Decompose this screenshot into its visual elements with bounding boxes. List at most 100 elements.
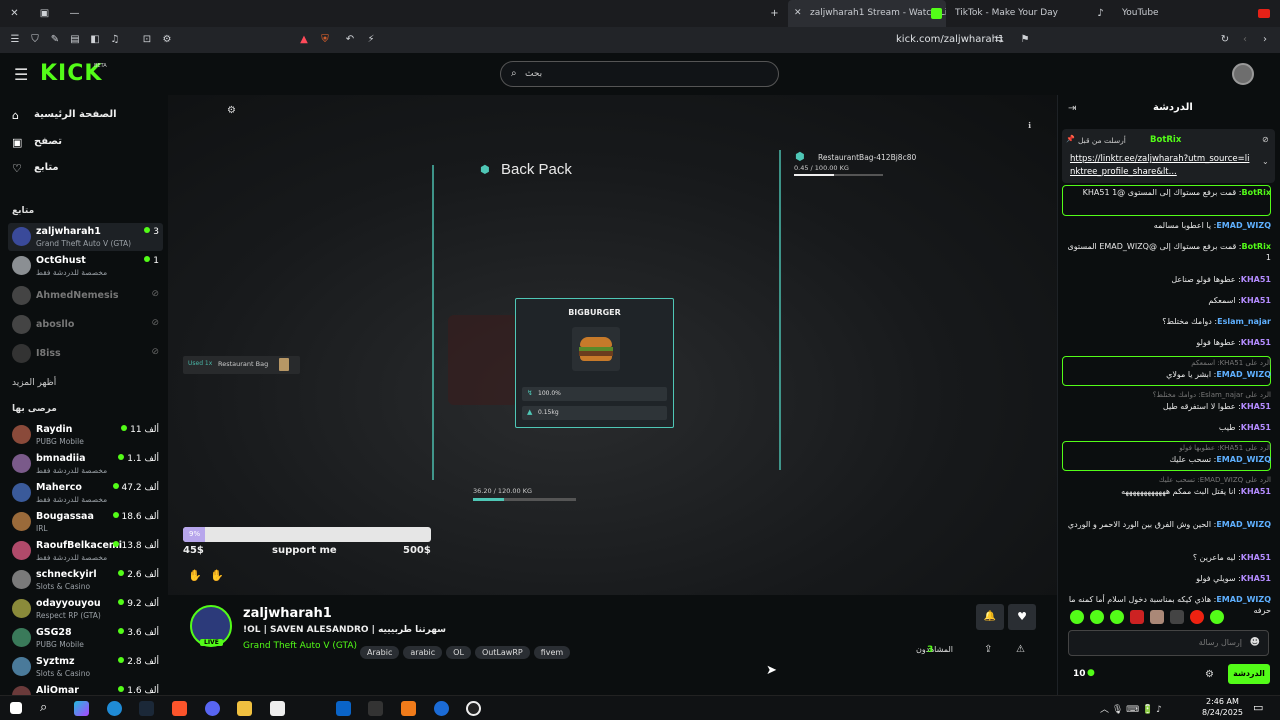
windows-start-icon[interactable] bbox=[10, 702, 22, 714]
mod-icon[interactable]: ⚙ bbox=[227, 105, 236, 116]
tab-actions-icon[interactable]: ▣ bbox=[38, 7, 51, 20]
chat-username[interactable]: KHA51 bbox=[1241, 402, 1271, 411]
user-avatar[interactable] bbox=[1232, 63, 1254, 85]
bookmark-icon[interactable]: ⚑ bbox=[1018, 33, 1032, 47]
extension-icon[interactable]: ✎ bbox=[48, 33, 62, 47]
site-settings-icon[interactable]: ⇆ bbox=[992, 33, 1006, 47]
emote-icon[interactable] bbox=[1110, 610, 1124, 624]
screenshot-icon[interactable]: ⊡ bbox=[140, 33, 154, 47]
search-input[interactable]: بحث bbox=[525, 69, 542, 79]
sidebar-channel-recommended[interactable]: GSG28 PUBG Mobile 3.6 ألف bbox=[8, 624, 163, 652]
sidebar-channel-recommended[interactable]: Syztmz Slots & Casino 2.8 ألف bbox=[8, 653, 163, 681]
sidebar-channel-zaljwharah1[interactable]: zaljwharah1 Grand Theft Auto V (GTA) 3 bbox=[8, 223, 163, 251]
chat-username[interactable]: Eslam_najar bbox=[1217, 317, 1271, 326]
show-more-link[interactable]: أظهر المزيد bbox=[12, 378, 56, 388]
tag[interactable]: OL bbox=[446, 646, 471, 659]
sidebar-icon[interactable]: ◧ bbox=[88, 33, 102, 47]
chat-username[interactable]: BotRix bbox=[1242, 188, 1271, 197]
emote-icon[interactable] bbox=[1170, 610, 1184, 624]
tag[interactable]: Arabic bbox=[360, 646, 400, 659]
clock-time[interactable]: 2:46 AM bbox=[1206, 697, 1239, 706]
file-explorer-icon[interactable] bbox=[237, 701, 252, 716]
chat-username[interactable]: KHA51 bbox=[1241, 296, 1271, 305]
info-icon[interactable]: ℹ bbox=[1028, 121, 1031, 130]
report-icon[interactable]: ⚠ bbox=[1016, 644, 1025, 655]
chat-username[interactable]: KHA51 bbox=[1241, 487, 1271, 496]
follow-button[interactable]: ♥ bbox=[1008, 604, 1036, 630]
app-icon[interactable] bbox=[401, 701, 416, 716]
notification-bell-button[interactable]: 🔔 bbox=[976, 604, 1004, 630]
emote-icon[interactable] bbox=[1070, 610, 1084, 624]
emote-icon[interactable] bbox=[1090, 610, 1104, 624]
chat-username[interactable]: EMAD_WIZQ bbox=[1216, 370, 1271, 379]
sidebar-channel-ahmednemesis[interactable]: AhmedNemesis ⊘ bbox=[8, 282, 163, 310]
brave-icon[interactable] bbox=[172, 701, 187, 716]
emote-icon[interactable] bbox=[1130, 610, 1144, 624]
music-icon[interactable]: ♫ bbox=[108, 33, 122, 47]
emote-icon[interactable] bbox=[1150, 610, 1164, 624]
forward-icon[interactable]: › bbox=[1258, 33, 1272, 47]
chat-username[interactable]: KHA51 bbox=[1241, 423, 1271, 432]
chat-settings-icon[interactable]: ⚙ bbox=[1205, 669, 1214, 680]
sidebar-channel-recommended[interactable]: bmnadiia مخصصة للدردشة فقط 1.1 ألف bbox=[8, 450, 163, 478]
chat-username[interactable]: KHA51 bbox=[1241, 553, 1271, 562]
collections-icon[interactable]: ▤ bbox=[68, 33, 82, 47]
chat-username[interactable]: BotRix bbox=[1242, 242, 1271, 251]
tag[interactable]: OutLawRP bbox=[474, 646, 530, 659]
steam-icon[interactable] bbox=[139, 701, 154, 716]
edge-icon[interactable] bbox=[107, 701, 122, 716]
new-tab-icon[interactable]: + bbox=[768, 7, 781, 20]
tray-icons[interactable]: ︿ 🎙 ⌨ 🔋 ♪ bbox=[1100, 702, 1162, 715]
video-player[interactable]: ⚙ ℹ ⬢ Back Pack ⬢ RestaurantBag-412Bj8c8… bbox=[168, 95, 1057, 595]
alert-icon[interactable]: ▲ bbox=[297, 33, 311, 47]
search-icon[interactable]: ⌕ bbox=[40, 700, 47, 715]
chat-username[interactable]: EMAD_WIZQ bbox=[1216, 595, 1271, 604]
emote-icon[interactable] bbox=[1210, 610, 1224, 624]
tab-tiktok[interactable]: TikTok - Make Your Day bbox=[955, 0, 1085, 27]
sidebar-channel-abosllo[interactable]: abosllo ⊘ bbox=[8, 311, 163, 339]
tag[interactable]: arabic bbox=[403, 646, 443, 659]
tag[interactable]: fivem bbox=[533, 646, 571, 659]
chat-username[interactable]: KHA51 bbox=[1241, 574, 1271, 583]
copilot-icon[interactable] bbox=[74, 701, 89, 716]
store-icon[interactable] bbox=[270, 701, 285, 716]
sidebar-channel-recommended[interactable]: RaoufBelkacemi مخصصة للدردشة فقط 13.8 ألف bbox=[8, 537, 163, 565]
channel-points[interactable]: 10 bbox=[1073, 669, 1086, 679]
chat-username[interactable]: KHA51 bbox=[1241, 275, 1271, 284]
chat-username[interactable]: KHA51 bbox=[1241, 338, 1271, 347]
sidebar-channel-recommended[interactable]: Raydin PUBG Mobile 11 ألف bbox=[8, 421, 163, 449]
notification-icon[interactable]: ▭ bbox=[1253, 701, 1263, 714]
sidebar-channel-recommended[interactable]: schneckyirl Slots & Casino 2.6 ألف bbox=[8, 566, 163, 594]
reload-icon[interactable]: ↻ bbox=[1218, 33, 1232, 47]
emote-icon[interactable] bbox=[1190, 610, 1204, 624]
menu-icon[interactable]: ☰ bbox=[8, 33, 22, 47]
minimize-icon[interactable]: — bbox=[68, 7, 81, 20]
back-icon[interactable]: ‹ bbox=[1238, 33, 1252, 47]
close-tab-icon[interactable]: ✕ bbox=[794, 0, 802, 27]
chat-username[interactable]: EMAD_WIZQ bbox=[1216, 221, 1271, 230]
app-icon[interactable] bbox=[434, 701, 449, 716]
hamburger-icon[interactable]: ☰ bbox=[14, 65, 28, 84]
sidebar-channel-recommended[interactable]: odayyouyou Respect RP (GTA) 9.2 ألف bbox=[8, 595, 163, 623]
tab-kick[interactable]: ✕ zaljwharah1 Stream - Watch Li… bbox=[788, 0, 946, 27]
pinned-message[interactable]: 📌 أرسلت من قبل BotRix ⊘ https://linktr.e… bbox=[1062, 129, 1275, 183]
channel-name[interactable]: zaljwharah1 bbox=[243, 606, 332, 621]
nav-browse[interactable]: تصفح bbox=[34, 136, 62, 147]
stream-category[interactable]: Grand Theft Auto V (GTA) bbox=[243, 641, 357, 651]
send-chat-button[interactable]: الدردشة bbox=[1228, 664, 1270, 684]
app-icon[interactable] bbox=[466, 701, 481, 716]
sidebar-channel-recommended[interactable]: Maherco مخصصة للدردشة فقط 47.2 ألف bbox=[8, 479, 163, 507]
nav-following[interactable]: متابع bbox=[34, 162, 59, 173]
app-icon[interactable] bbox=[368, 701, 383, 716]
close-window-icon[interactable]: ✕ bbox=[8, 7, 21, 20]
outlook-icon[interactable] bbox=[336, 701, 351, 716]
sidebar-channel-octghust[interactable]: OctGhust مخصصة للدردشة فقط 1 bbox=[8, 252, 163, 280]
clock-date[interactable]: 8/24/2025 bbox=[1202, 708, 1243, 717]
back-history-icon[interactable]: ↶ bbox=[343, 33, 357, 47]
tab-youtube[interactable]: YouTube bbox=[1122, 0, 1252, 27]
pinned-link[interactable]: https://linktr.ee/zaljwharah?utm_source=… bbox=[1070, 153, 1250, 179]
shield-icon[interactable]: ⛉ bbox=[28, 33, 42, 47]
chat-username[interactable]: EMAD_WIZQ bbox=[1216, 520, 1271, 529]
settings-icon[interactable]: ⚙ bbox=[160, 33, 174, 47]
chevron-down-icon[interactable]: ⌄ bbox=[1262, 157, 1269, 166]
